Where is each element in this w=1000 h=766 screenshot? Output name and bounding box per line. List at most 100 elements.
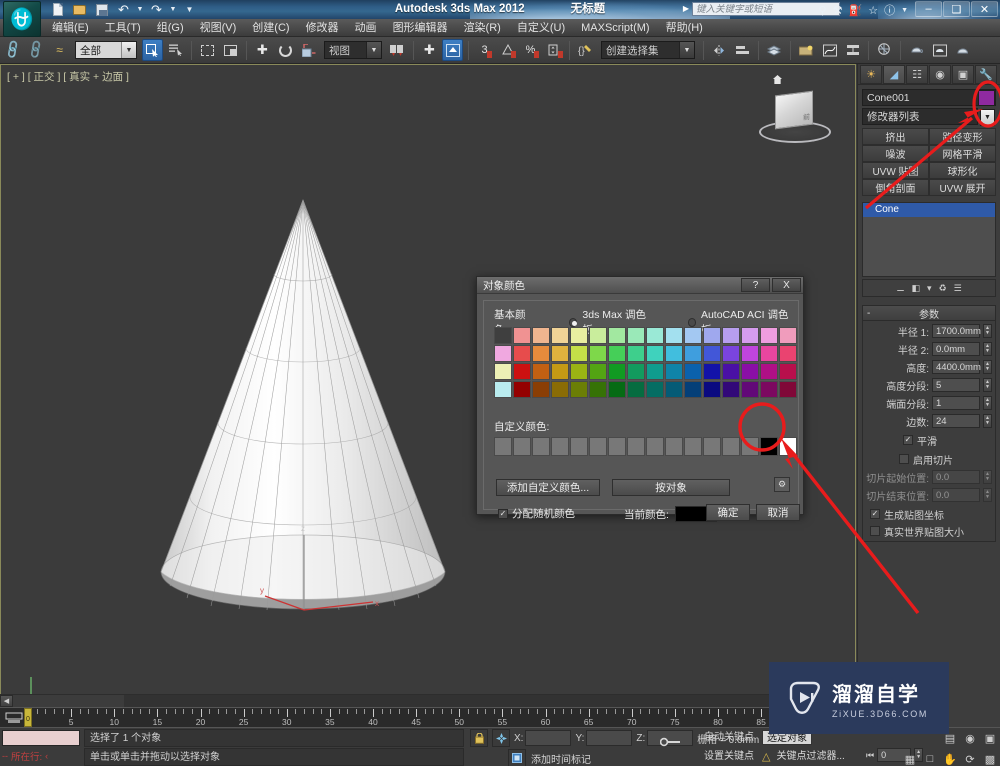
custom-swatch-11[interactable] bbox=[703, 437, 721, 456]
add-custom-color-button[interactable]: 添加自定义颜色... bbox=[496, 479, 600, 496]
param-height-input[interactable]: 4400.0mm bbox=[932, 360, 981, 374]
modifier-button-uvw-map[interactable]: UVW 贴图 bbox=[862, 162, 929, 179]
maximize-viewport-icon[interactable]: ▩ bbox=[982, 751, 998, 766]
window-crossing-toggle-icon[interactable] bbox=[220, 39, 241, 61]
custom-swatch-7[interactable] bbox=[627, 437, 645, 456]
save-file-icon[interactable] bbox=[92, 2, 111, 18]
utilities-tab[interactable]: 🔧 bbox=[975, 65, 997, 84]
palette-swatch-r1-c5[interactable] bbox=[589, 345, 607, 362]
use-pivot-point-center-icon[interactable] bbox=[387, 39, 408, 61]
remove-modifier-icon[interactable]: ♻ bbox=[938, 283, 946, 294]
palette-swatch-r2-c13[interactable] bbox=[741, 363, 759, 380]
param-slice-checkbox[interactable] bbox=[899, 454, 909, 464]
curve-editor-icon[interactable] bbox=[819, 39, 840, 61]
reference-coordinate-combo[interactable]: 视图 ▼ bbox=[324, 41, 382, 59]
param-cap-segs-spinner[interactable]: ▲ ▼ bbox=[983, 396, 992, 410]
custom-swatch-13[interactable] bbox=[741, 437, 759, 456]
menu-item-customize[interactable]: 自定义(U) bbox=[509, 19, 573, 37]
time-slider-handle[interactable]: 0 bbox=[24, 708, 32, 727]
bind-to-space-warp-icon[interactable]: ≈ bbox=[49, 39, 70, 61]
palette-swatch-r1-c0[interactable] bbox=[494, 345, 512, 362]
object-color-swatch[interactable] bbox=[978, 90, 995, 106]
chevron-down-icon[interactable]: ▼ bbox=[121, 42, 136, 58]
dialog-title-bar[interactable]: 对象颜色 ? X bbox=[477, 277, 803, 294]
param-cap-segs-input[interactable]: 1 bbox=[932, 396, 980, 410]
modifier-button-bevel-profile[interactable]: 倒角剖面 bbox=[862, 179, 929, 196]
menu-item-maxscript[interactable]: MAXScript(M) bbox=[573, 19, 657, 37]
param-sides-input[interactable]: 24 bbox=[932, 414, 980, 428]
select-by-name-icon[interactable] bbox=[165, 39, 186, 61]
key-mode-icon[interactable] bbox=[3, 710, 25, 726]
modifier-button-noise[interactable]: 噪波 bbox=[862, 145, 929, 162]
modify-tab[interactable]: ◢ bbox=[883, 65, 905, 84]
custom-swatch-15[interactable] bbox=[779, 437, 797, 456]
param-smooth-checkbox[interactable]: ✓ bbox=[903, 435, 913, 445]
palette-swatch-r0-c9[interactable] bbox=[665, 327, 683, 344]
redo-icon[interactable]: ↷ bbox=[147, 2, 166, 18]
custom-swatch-3[interactable] bbox=[551, 437, 569, 456]
key-filters-button[interactable]: 关键点过滤器... bbox=[774, 748, 846, 765]
palette-swatch-r2-c1[interactable] bbox=[513, 363, 531, 380]
palette-swatch-r0-c4[interactable] bbox=[570, 327, 588, 344]
infocenter-caret-icon[interactable]: ▶ bbox=[683, 4, 689, 13]
coord-y-input[interactable] bbox=[586, 730, 633, 746]
palette-swatch-r1-c1[interactable] bbox=[513, 345, 531, 362]
select-object-icon[interactable] bbox=[142, 39, 163, 61]
parameters-rollout-header[interactable]: - 参数 bbox=[863, 306, 995, 321]
hierarchy-tab[interactable]: ☷ bbox=[906, 65, 928, 84]
modifier-button-path-deform[interactable]: 路径变形 bbox=[929, 128, 996, 145]
layer-manager-icon[interactable] bbox=[764, 39, 785, 61]
ok-button[interactable]: 确定 bbox=[706, 504, 750, 521]
percent-snap-toggle-icon[interactable]: % bbox=[520, 39, 541, 61]
create-tab[interactable]: ☀ bbox=[860, 65, 882, 84]
coord-x-input[interactable] bbox=[525, 730, 572, 746]
timeline-ticks[interactable]: 051015202530354045505560657075808590 bbox=[26, 708, 856, 727]
custom-swatch-0[interactable] bbox=[494, 437, 512, 456]
selection-filter-combo[interactable]: 全部 ▼ bbox=[75, 41, 137, 59]
palette-swatch-r3-c0[interactable] bbox=[494, 381, 512, 398]
palette-swatch-r2-c3[interactable] bbox=[551, 363, 569, 380]
palette-swatch-r0-c0[interactable] bbox=[494, 327, 512, 344]
palette-swatch-r1-c2[interactable] bbox=[532, 345, 550, 362]
palette-swatch-r1-c4[interactable] bbox=[570, 345, 588, 362]
palette-swatch-r0-c8[interactable] bbox=[646, 327, 664, 344]
custom-swatch-1[interactable] bbox=[513, 437, 531, 456]
named-selection-set-combo[interactable]: 创建选择集 ▼ bbox=[601, 41, 695, 59]
custom-color-swatches[interactable] bbox=[494, 437, 797, 456]
menu-item-create[interactable]: 创建(C) bbox=[244, 19, 297, 37]
snaps-toggle-icon[interactable] bbox=[442, 39, 463, 61]
set-key-icon[interactable]: △ bbox=[762, 750, 770, 763]
custom-swatch-9[interactable] bbox=[665, 437, 683, 456]
menu-item-animation[interactable]: 动画 bbox=[347, 19, 385, 37]
render-setup-icon[interactable] bbox=[906, 39, 927, 61]
palette-swatch-r1-c10[interactable] bbox=[684, 345, 702, 362]
palette-swatch-r0-c2[interactable] bbox=[532, 327, 550, 344]
select-and-rotate-icon[interactable] bbox=[275, 39, 296, 61]
wrench-icon[interactable]: ⚒ bbox=[833, 4, 843, 17]
menu-item-rendering[interactable]: 渲染(R) bbox=[456, 19, 509, 37]
motion-tab[interactable]: ◉ bbox=[929, 65, 951, 84]
param-height-spinner[interactable]: ▲ ▼ bbox=[983, 360, 992, 374]
palette-swatch-r2-c12[interactable] bbox=[722, 363, 740, 380]
param-slice-from-input[interactable]: 0.0 bbox=[932, 470, 980, 484]
key-toggle-icon[interactable] bbox=[659, 736, 682, 751]
custom-swatch-8[interactable] bbox=[646, 437, 664, 456]
palette-swatch-r1-c9[interactable] bbox=[665, 345, 683, 362]
pin-stack-icon[interactable]: ⚊ bbox=[896, 283, 904, 294]
palette-swatch-r3-c9[interactable] bbox=[665, 381, 683, 398]
menu-item-group[interactable]: 组(G) bbox=[149, 19, 192, 37]
undo-icon[interactable]: ↶ bbox=[114, 2, 133, 18]
param-height-segs-input[interactable]: 5 bbox=[932, 378, 980, 392]
schematic-view-icon[interactable] bbox=[842, 39, 863, 61]
palette-swatch-r2-c5[interactable] bbox=[589, 363, 607, 380]
add-time-tag-icon[interactable] bbox=[508, 749, 526, 766]
menu-item-help[interactable]: 帮助(H) bbox=[658, 19, 711, 37]
zoom-all-icon[interactable]: ◉ bbox=[962, 730, 978, 746]
modifier-stack-item-cone[interactable]: Cone bbox=[863, 203, 995, 217]
coord-x-field[interactable]: X: bbox=[514, 730, 572, 746]
custom-swatch-2[interactable] bbox=[532, 437, 550, 456]
auto-key-button[interactable]: 自动关键点 bbox=[700, 729, 758, 746]
palette-swatch-r1-c8[interactable] bbox=[646, 345, 664, 362]
palette-swatch-r3-c1[interactable] bbox=[513, 381, 531, 398]
modifier-list-dropdown[interactable]: 修改器列表 bbox=[862, 108, 978, 125]
